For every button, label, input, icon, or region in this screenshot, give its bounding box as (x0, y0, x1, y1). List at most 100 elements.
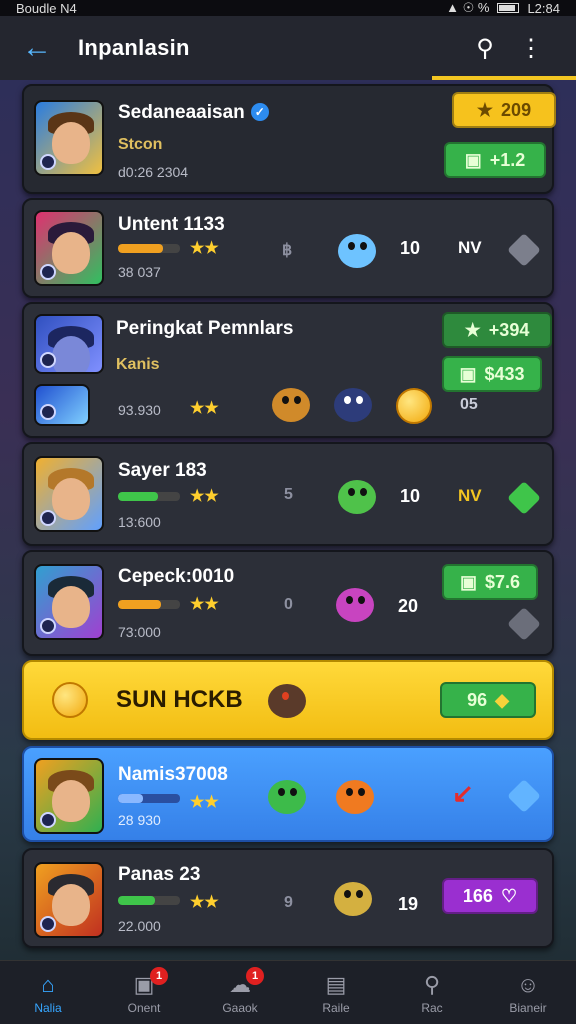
tier-tag: NV (458, 486, 482, 505)
coin-icon (52, 682, 88, 718)
player-score: 13:600 (118, 514, 161, 530)
rank-change: 5 (284, 486, 293, 503)
leaderboard-row-highlighted[interactable]: Namis37008 ★★ 28 930 ↙ (22, 746, 554, 842)
nav-raile[interactable]: ▤ Raile (288, 971, 384, 1015)
verified-icon: ✓ (250, 103, 269, 121)
leaderboard-row[interactable]: Panas 23 ★★ 22.000 9 19 166 ♡ (22, 848, 554, 948)
nav-rac[interactable]: ⚲ Rac (384, 971, 480, 1015)
player-name: Cepeck:0010 (118, 566, 235, 587)
rank-change: ฿ (282, 242, 293, 259)
tier-tag: NV (458, 238, 482, 257)
progress-bar (118, 794, 180, 803)
player-name: Sayer 183 (118, 460, 207, 481)
banner-title: SUN HCKB (116, 686, 243, 713)
bottom-nav: ⌂ Nalia 1 ▣ Onent 1 ☁ Gaaok ▤ Raile ⚲ Ra… (0, 960, 576, 1024)
player-name: Sedaneaaisan ✓ (118, 102, 269, 124)
notification-badge: 1 (246, 966, 264, 985)
status-icons: ▲ ☉ % L2:84 (446, 0, 560, 16)
heart-icon: ♡ (500, 885, 518, 906)
bomb-icon (264, 676, 310, 724)
reward-pill[interactable]: ▣ $433 (442, 356, 542, 392)
player-score: 93.930 (118, 402, 161, 418)
level-count: 10 (400, 486, 421, 506)
more-options-icon[interactable]: ⋮ (508, 34, 554, 63)
player-score: 28 930 (118, 812, 161, 828)
player-avatar (34, 314, 104, 374)
clan-emblem-icon (34, 384, 90, 426)
reward-pill[interactable]: ▣ $7.6 (442, 564, 538, 600)
trend-arrow-icon: ↙ (452, 778, 474, 808)
ninja-icon (330, 380, 376, 428)
star-rating: ★★ (190, 400, 219, 417)
player-name: Namis37008 (118, 764, 228, 785)
nav-gaaok[interactable]: 1 ☁ Gaaok (192, 966, 288, 1015)
nav-label: Rac (421, 1000, 443, 1015)
star-rating: ★★ (190, 894, 219, 911)
nav-label: Gaaok (222, 1000, 258, 1015)
leaderboard-row[interactable]: Sedaneaaisan ✓ Stcon d0:26 2304 ★ 209 ▣ +… (22, 84, 556, 194)
home-icon: ⌂ (41, 971, 55, 997)
level-count: 10 (400, 238, 421, 258)
carrier-label: Boudle N4 (16, 0, 77, 16)
chest-icon: ▣ (459, 363, 477, 384)
battery-icon (497, 3, 520, 13)
reward-pill[interactable]: ▣ +1.2 (444, 142, 546, 178)
leaderboard-row[interactable]: Sayer 183 ★★ 13:600 5 10 NV (22, 442, 554, 546)
star-rating: ★★ (190, 596, 219, 613)
pet-icon (334, 226, 380, 274)
player-score: 22.000 (118, 918, 161, 934)
star-icon: ★ (464, 319, 481, 340)
gem-icon (507, 481, 541, 515)
page-title: Inpanlasin (78, 35, 190, 60)
reward-pill[interactable]: ★ +394 (442, 312, 552, 348)
timer-icon (396, 388, 432, 424)
nav-home[interactable]: ⌂ Nalia (0, 971, 96, 1015)
search-icon: ⚲ (423, 971, 441, 997)
gem-icon (507, 233, 541, 267)
nav-label: Bianeir (509, 1000, 547, 1015)
star-rating: ★★ (190, 240, 219, 257)
profile-icon: ☺ (516, 971, 540, 997)
leaderboard-row[interactable]: Cepeck:0010 ★★ 73:000 0 20 ▣ $7.6 (22, 550, 554, 656)
signal-icons: ▲ ☉ % (446, 0, 490, 15)
clock: L2:84 (527, 0, 560, 16)
player-subtitle: Kanis (116, 356, 160, 373)
reward-pill[interactable]: ★ 209 (452, 92, 556, 128)
player-avatar (34, 456, 104, 532)
player-name: Peringkat Pemnlars (116, 318, 294, 339)
progress-bar (118, 896, 180, 905)
player-avatar (34, 862, 104, 938)
progress-bar (118, 600, 180, 609)
extra-value: 05 (460, 396, 478, 413)
nav-label: Onent (127, 1000, 161, 1015)
hero-icon (268, 380, 314, 428)
leaderboard-row[interactable]: Untent 1133 ★★ 38 037 ฿ 10 NV (22, 198, 554, 298)
progress-bar (118, 492, 180, 501)
star-rating: ★★ (190, 794, 219, 811)
star-icon: ★ (476, 99, 494, 120)
imp-pet-icon (332, 580, 378, 628)
tab-indicator (432, 76, 576, 80)
chest-icon: ▣ (464, 149, 482, 170)
back-arrow-icon[interactable]: ← (22, 31, 62, 65)
player-avatar (34, 564, 104, 640)
cloud-icon: ☁ (229, 971, 251, 997)
player-score: 73:000 (118, 624, 161, 640)
status-bar: Boudle N4 ▲ ☉ % L2:84 (0, 0, 576, 16)
reward-banner[interactable]: SUN HCKB 96 ◆ (22, 660, 554, 740)
reward-pill[interactable]: 166 ♡ (442, 878, 538, 914)
claim-button[interactable]: 96 ◆ (440, 682, 536, 718)
search-icon[interactable]: ⚲ (462, 34, 508, 63)
player-name: Untent 1133 (118, 214, 225, 235)
app-bar: ← Inpanlasin ⚲ ⋮ (0, 16, 576, 80)
level-count: 20 (398, 596, 419, 616)
goblin-pet-icon (264, 772, 310, 820)
star-rating: ★★ (190, 488, 219, 505)
rank-change: 0 (284, 596, 293, 613)
nav-profile[interactable]: ☺ Bianeir (480, 971, 576, 1015)
player-avatar (34, 210, 104, 286)
chat-icon: ▣ (133, 971, 155, 997)
nav-onent[interactable]: 1 ▣ Onent (96, 966, 192, 1015)
leaderboard-row[interactable]: Peringkat Pemnlars Kanis 93.930 ★★ ★ +39… (22, 302, 554, 438)
chest-icon: ▣ (459, 571, 477, 592)
